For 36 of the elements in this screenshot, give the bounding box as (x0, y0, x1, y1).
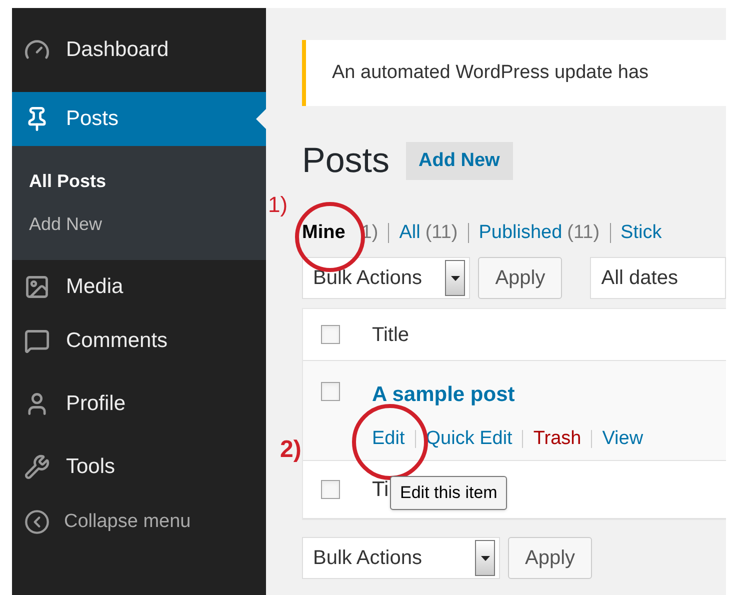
apply-button[interactable]: Apply (478, 257, 562, 299)
wrench-icon (24, 454, 50, 480)
row-action-link[interactable]: Edit (372, 424, 405, 453)
sidebar-item[interactable]: Posts (12, 92, 266, 146)
checkbox[interactable] (321, 325, 340, 344)
post-title-link[interactable]: A sample post (372, 379, 644, 410)
sidebar-item[interactable]: Media (12, 260, 266, 314)
sidebar-item[interactable]: Dashboard (12, 8, 266, 92)
checkbox[interactable] (321, 480, 340, 499)
apply-button[interactable]: Apply (508, 537, 592, 579)
filter-link[interactable]: Published (11) (478, 218, 600, 248)
collapse-menu-button[interactable]: Collapse menu (12, 494, 266, 550)
checkbox[interactable] (321, 382, 340, 401)
date-filter-select[interactable]: All dates (590, 257, 726, 299)
add-new-button[interactable]: Add New (406, 142, 513, 180)
bulk-actions-select[interactable]: Bulk Actions (302, 537, 500, 579)
annotation-label: 2) (280, 435, 302, 465)
post-title-link[interactable]: Ti (372, 474, 389, 506)
submenu-item[interactable]: All Posts (12, 160, 266, 203)
row-action-link[interactable]: View (602, 424, 644, 453)
column-header[interactable]: Title (372, 320, 410, 350)
row-action-link[interactable]: Trash (533, 424, 582, 453)
filter-link[interactable]: Stick (620, 218, 662, 248)
collapse-icon (24, 509, 50, 535)
bulk-actions-select[interactable]: Bulk Actions (302, 257, 470, 299)
update-notice: An automated WordPress update has (302, 40, 726, 106)
page-title: Posts (302, 140, 390, 182)
speech-bubble-icon (24, 328, 50, 354)
submenu-item[interactable]: Add New (12, 203, 266, 246)
sidebar-item[interactable]: Profile (12, 368, 266, 440)
tooltip: Edit this item (390, 476, 508, 510)
image-icon (24, 274, 50, 300)
filter-link[interactable]: All (11) (399, 218, 458, 248)
annotation-label: 1) (268, 191, 288, 219)
sidebar-item[interactable]: Tools (12, 440, 266, 494)
sidebar-item[interactable]: Comments (12, 314, 266, 368)
